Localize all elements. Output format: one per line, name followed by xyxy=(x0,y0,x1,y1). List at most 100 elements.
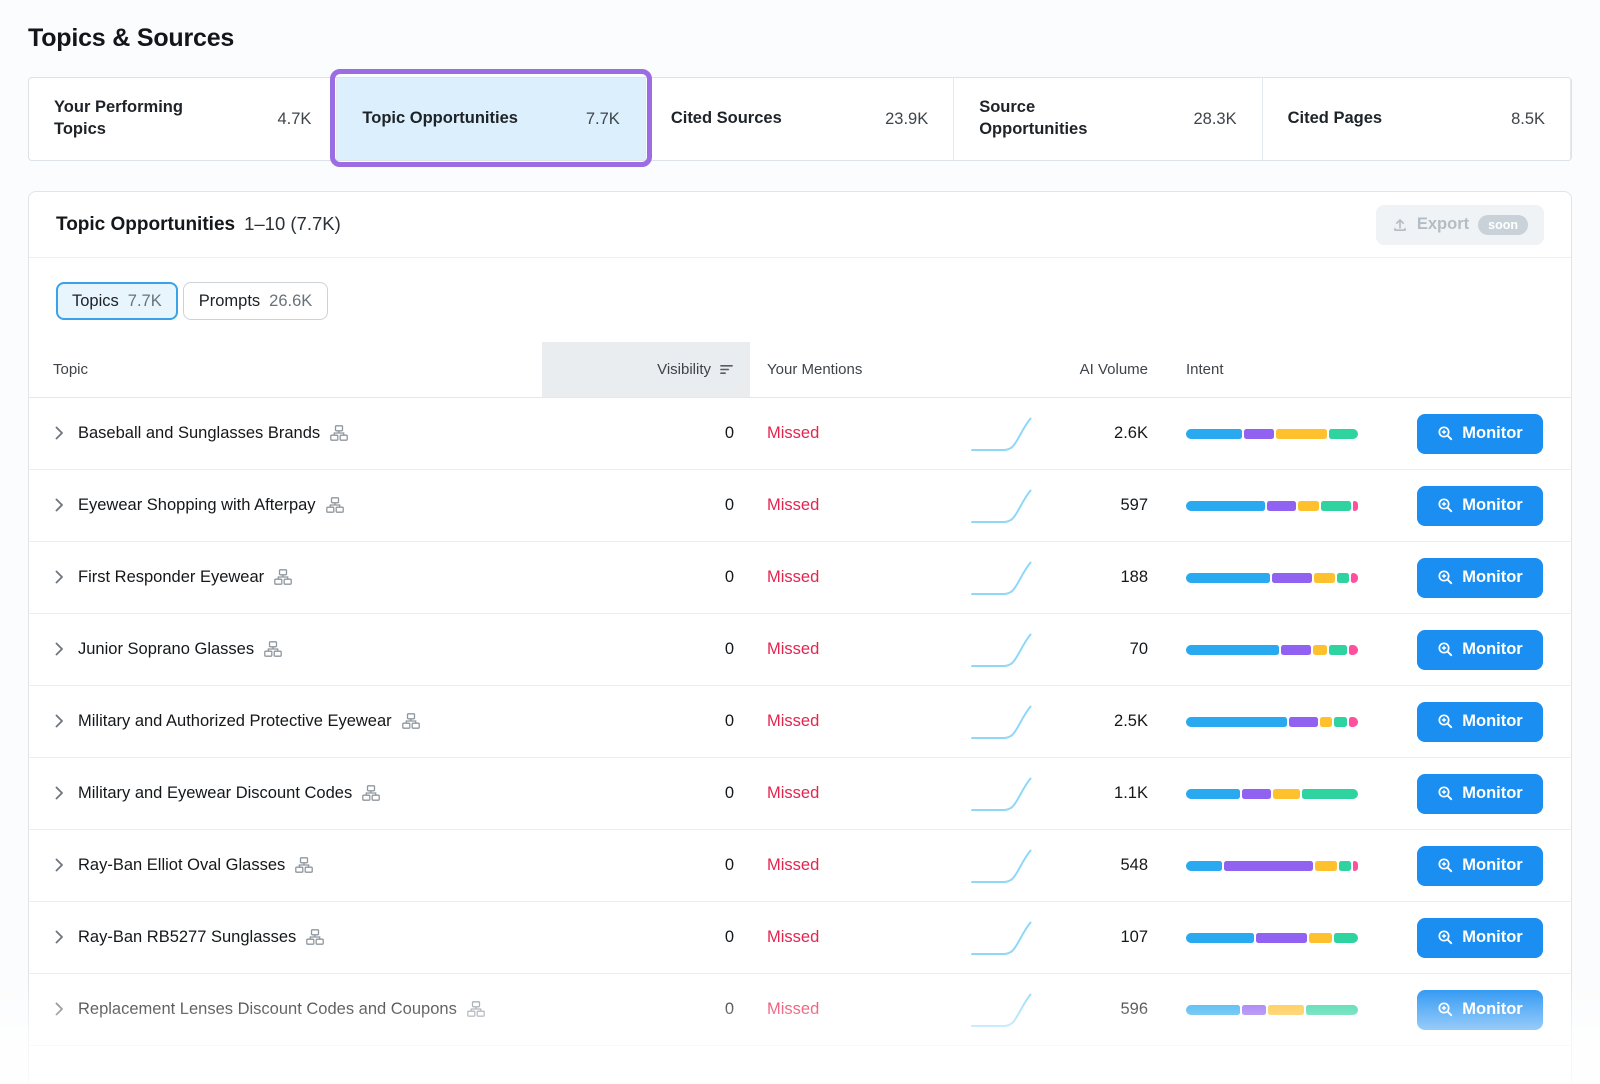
intent-segment-purple xyxy=(1267,501,1297,511)
hierarchy-icon xyxy=(467,1001,485,1017)
trend-sparkline xyxy=(936,629,1066,671)
tab-source-opportunities[interactable]: Source Opportunities 28.3K xyxy=(954,78,1262,160)
chevron-right-icon[interactable] xyxy=(55,786,67,800)
monitor-button-label: Monitor xyxy=(1462,496,1522,515)
monitor-button[interactable]: Monitor xyxy=(1417,486,1543,526)
monitor-button-label: Monitor xyxy=(1462,712,1522,731)
intent-segment-purple xyxy=(1256,933,1307,943)
intent-segment-blue xyxy=(1186,717,1287,727)
mentions-value: Missed xyxy=(750,928,936,947)
intent-segment-purple xyxy=(1242,1005,1265,1015)
column-header-your-mentions: Your Mentions xyxy=(750,361,936,378)
trend-sparkline xyxy=(936,701,1066,743)
prompts-toggle[interactable]: Prompts 26.6K xyxy=(183,282,329,320)
ai-volume-value: 2.5K xyxy=(1066,712,1166,731)
table-row: Ray-Ban Elliot Oval Glasses 0 Missed 548 xyxy=(29,830,1571,902)
intent-segment-yellow xyxy=(1313,645,1327,655)
tab-label: Source Opportunities xyxy=(979,97,1107,141)
monitor-magnifier-icon xyxy=(1437,713,1454,730)
chevron-right-icon[interactable] xyxy=(55,498,67,512)
chevron-right-icon[interactable] xyxy=(55,858,67,872)
hierarchy-icon xyxy=(402,713,420,729)
visibility-value: 0 xyxy=(542,568,750,587)
panel-header: Topic Opportunities 1–10 (7.7K) Export s… xyxy=(29,192,1571,258)
tab-topic-opportunities[interactable]: Topic Opportunities 7.7K xyxy=(337,78,645,160)
monitor-magnifier-icon xyxy=(1437,569,1454,586)
intent-bar xyxy=(1186,573,1358,583)
monitor-button[interactable]: Monitor xyxy=(1417,702,1543,742)
column-header-topic: Topic xyxy=(29,361,542,378)
monitor-magnifier-icon xyxy=(1437,425,1454,442)
topic-name[interactable]: Military and Authorized Protective Eyewe… xyxy=(78,710,392,732)
chevron-right-icon[interactable] xyxy=(55,570,67,584)
tab-count: 7.7K xyxy=(586,110,620,129)
intent-segment-blue xyxy=(1186,645,1279,655)
column-header-visibility-label: Visibility xyxy=(657,361,711,378)
visibility-value: 0 xyxy=(542,784,750,803)
chevron-right-icon[interactable] xyxy=(55,426,67,440)
topic-name[interactable]: Baseball and Sunglasses Brands xyxy=(78,422,320,444)
intent-bar xyxy=(1186,717,1358,727)
toggle-count: 26.6K xyxy=(269,292,312,311)
tab-cited-sources[interactable]: Cited Sources 23.9K xyxy=(646,78,954,160)
topic-name[interactable]: Ray-Ban RB5277 Sunglasses xyxy=(78,926,296,948)
column-header-visibility[interactable]: Visibility xyxy=(542,342,750,397)
topic-name[interactable]: Ray-Ban Elliot Oval Glasses xyxy=(78,854,285,876)
monitor-button[interactable]: Monitor xyxy=(1417,630,1543,670)
chevron-right-icon[interactable] xyxy=(55,714,67,728)
monitor-button[interactable]: Monitor xyxy=(1417,774,1543,814)
monitor-button-label: Monitor xyxy=(1462,928,1522,947)
intent-segment-yellow xyxy=(1309,933,1333,943)
intent-segment-yellow xyxy=(1298,501,1319,511)
monitor-button[interactable]: Monitor xyxy=(1417,918,1543,958)
export-button[interactable]: Export soon xyxy=(1376,205,1544,245)
intent-segment-purple xyxy=(1289,717,1318,727)
monitor-button[interactable]: Monitor xyxy=(1417,414,1543,454)
topic-name[interactable]: Replacement Lenses Discount Codes and Co… xyxy=(78,998,457,1020)
topic-opportunities-panel: Topic Opportunities 1–10 (7.7K) Export s… xyxy=(28,191,1572,1084)
tab-label: Cited Pages xyxy=(1288,108,1382,130)
intent-segment-yellow xyxy=(1273,789,1300,799)
monitor-button-label: Monitor xyxy=(1462,784,1522,803)
hierarchy-icon xyxy=(330,425,348,441)
monitor-button[interactable]: Monitor xyxy=(1417,558,1543,598)
table-row: First Responder Eyewear 0 Missed 188 xyxy=(29,542,1571,614)
chevron-right-icon[interactable] xyxy=(55,642,67,656)
topic-name[interactable]: Eyewear Shopping with Afterpay xyxy=(78,494,316,516)
mentions-value: Missed xyxy=(750,712,936,731)
trend-sparkline xyxy=(936,989,1066,1031)
mentions-value: Missed xyxy=(750,424,936,443)
topics-toggle[interactable]: Topics 7.7K xyxy=(56,282,178,320)
tab-label: Cited Sources xyxy=(671,108,782,130)
intent-segment-purple xyxy=(1281,645,1311,655)
monitor-button[interactable]: Monitor xyxy=(1417,990,1543,1030)
intent-bar xyxy=(1186,861,1358,871)
table-row: Junior Soprano Glasses 0 Missed 70 xyxy=(29,614,1571,686)
visibility-value: 0 xyxy=(542,424,750,443)
intent-bar xyxy=(1186,789,1358,799)
intent-segment-green xyxy=(1337,573,1349,583)
intent-segment-pink xyxy=(1349,717,1358,727)
topic-name[interactable]: Junior Soprano Glasses xyxy=(78,638,254,660)
chevron-right-icon[interactable] xyxy=(55,1002,67,1016)
table-header: Topic Visibility Your Mentions AI Volume… xyxy=(29,342,1571,398)
ai-volume-value: 597 xyxy=(1066,496,1166,515)
ai-volume-value: 596 xyxy=(1066,1000,1166,1019)
monitor-button[interactable]: Monitor xyxy=(1417,846,1543,886)
panel-title: Topic Opportunities xyxy=(56,214,235,236)
tab-cited-pages[interactable]: Cited Pages 8.5K xyxy=(1263,78,1571,160)
intent-segment-blue xyxy=(1186,789,1240,799)
monitor-button-label: Monitor xyxy=(1462,640,1522,659)
intent-segment-green xyxy=(1339,861,1351,871)
intent-segment-yellow xyxy=(1314,573,1335,583)
chevron-right-icon[interactable] xyxy=(55,930,67,944)
tab-your-performing-topics[interactable]: Your Performing Topics 4.7K xyxy=(29,78,337,160)
intent-segment-yellow xyxy=(1268,1005,1304,1015)
intent-bar xyxy=(1186,1005,1358,1015)
view-toggles: Topics 7.7K Prompts 26.6K xyxy=(29,258,1571,342)
hierarchy-icon xyxy=(306,929,324,945)
intent-segment-blue xyxy=(1186,1005,1240,1015)
topic-name[interactable]: First Responder Eyewear xyxy=(78,566,264,588)
topic-name[interactable]: Military and Eyewear Discount Codes xyxy=(78,782,352,804)
intent-segment-blue xyxy=(1186,933,1254,943)
